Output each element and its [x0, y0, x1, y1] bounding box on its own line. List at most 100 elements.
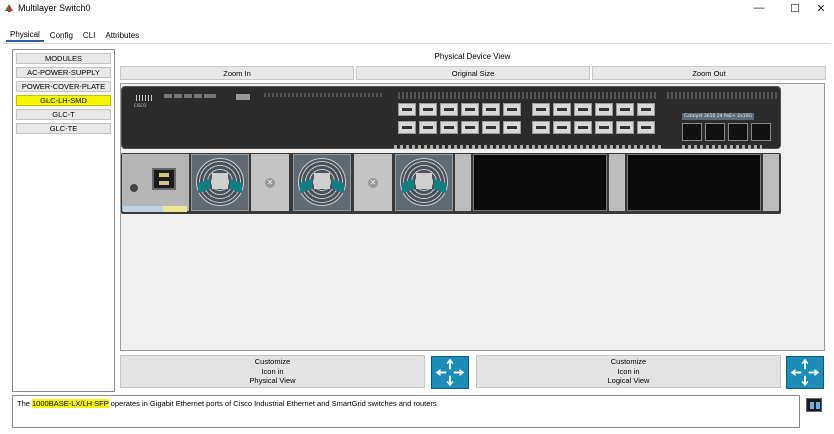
ethernet-port[interactable] — [503, 103, 521, 116]
tab-cli[interactable]: CLI — [79, 28, 99, 42]
cisco-logo-icon — [136, 95, 154, 101]
ethernet-port[interactable] — [553, 121, 571, 134]
ethernet-port[interactable] — [440, 121, 458, 134]
psu-label-strip — [123, 206, 163, 212]
ethernet-port[interactable] — [595, 103, 613, 116]
fan-hub-icon — [314, 173, 330, 189]
modules-header[interactable]: MODULES — [16, 53, 111, 64]
multilayer-switch-icon[interactable] — [786, 356, 824, 389]
port-number-strip — [682, 145, 762, 149]
ethernet-port[interactable] — [419, 103, 437, 116]
module-description: The 1000BASE-LX/LH SFP operates in Gigab… — [12, 395, 800, 428]
ethernet-port[interactable] — [419, 121, 437, 134]
psu-latch-icon — [130, 184, 138, 192]
blank-cover-plate[interactable]: ✕ — [251, 154, 289, 211]
screw-icon: ✕ — [368, 177, 378, 188]
bay-edge — [763, 154, 779, 211]
ethernet-port[interactable] — [595, 121, 613, 134]
module-power-cover-plate[interactable]: POWER-COVER-PLATE — [16, 81, 111, 92]
blank-cover-plate[interactable]: ✕ — [354, 154, 392, 211]
tab-attributes[interactable]: Attributes — [101, 28, 143, 42]
multilayer-switch-icon[interactable] — [431, 356, 469, 389]
customize-physical-button[interactable]: Customize Icon in Physical View — [120, 355, 425, 388]
module-preview-icon — [806, 398, 822, 412]
fan-module[interactable] — [293, 154, 351, 211]
ethernet-port[interactable] — [574, 103, 592, 116]
module-glc-te[interactable]: GLC-TE — [16, 123, 111, 134]
packet-tracer-app-icon — [4, 2, 15, 13]
fan-hub-icon — [212, 173, 228, 189]
ethernet-port[interactable] — [398, 121, 416, 134]
original-size-button[interactable]: Original Size — [356, 66, 590, 80]
customize-logical-line2: Icon in — [617, 366, 640, 376]
customize-physical-line1: Customize — [254, 357, 291, 367]
status-led-icon — [194, 94, 202, 98]
psu-label-strip — [163, 206, 187, 212]
vent-row — [398, 92, 656, 99]
usb-port-icon — [236, 94, 250, 100]
fan-module[interactable] — [395, 154, 453, 211]
description-prefix: The — [17, 399, 33, 408]
ethernet-port[interactable] — [398, 103, 416, 116]
ethernet-port[interactable] — [461, 121, 479, 134]
empty-power-bay[interactable] — [627, 154, 761, 211]
ethernet-port[interactable] — [637, 121, 655, 134]
ethernet-port[interactable] — [616, 103, 634, 116]
physical-device-view-label: Physical Device View — [434, 52, 511, 61]
ethernet-port[interactable] — [532, 121, 550, 134]
ethernet-port[interactable] — [616, 121, 634, 134]
ethernet-port[interactable] — [637, 103, 655, 116]
description-suffix: operates in Gigabit Ethernet ports of Ci… — [108, 399, 437, 408]
ethernet-port[interactable] — [482, 103, 500, 116]
port-number-strip — [394, 145, 664, 149]
window-title: Multilayer Switch0 — [18, 3, 91, 13]
ethernet-port[interactable] — [482, 121, 500, 134]
ethernet-port[interactable] — [553, 103, 571, 116]
tab-config[interactable]: Config — [46, 28, 77, 42]
vent-dots — [264, 93, 384, 97]
fan-module[interactable] — [191, 154, 249, 211]
ethernet-port-group-2 — [532, 103, 662, 139]
zoom-out-button[interactable]: Zoom Out — [592, 66, 826, 80]
sfp-slot[interactable] — [728, 123, 748, 141]
customize-logical-line3: Logical View — [607, 376, 650, 386]
customize-logical-button[interactable]: Customize Icon in Logical View — [476, 355, 781, 388]
ethernet-port[interactable] — [503, 121, 521, 134]
model-label: Catalyst 3650 24 PoE+ 2x10G — [682, 113, 754, 120]
zoom-in-button[interactable]: Zoom In — [120, 66, 354, 80]
description-highlight: 1000BASE-LX/LH SFP — [32, 399, 109, 408]
sfp-slot[interactable] — [751, 123, 771, 141]
ethernet-port-group-1 — [398, 103, 528, 139]
switch-front-panel: CISCO Catalyst 3650 24 PoE+ 2x10G — [121, 86, 781, 149]
status-led-icon — [184, 94, 192, 98]
module-glc-t[interactable]: GLC-T — [16, 109, 111, 120]
empty-power-bay[interactable] — [473, 154, 607, 211]
status-led-icon — [164, 94, 172, 98]
sfp-slot[interactable] — [705, 123, 725, 141]
module-list: MODULES AC-POWER-SUPPLY POWER-COVER-PLAT… — [12, 49, 115, 392]
close-button[interactable]: ✕ — [806, 0, 834, 16]
customize-physical-line3: Physical View — [249, 376, 296, 386]
tab-physical[interactable]: Physical — [6, 28, 44, 42]
ethernet-port[interactable] — [440, 103, 458, 116]
module-glc-lh-smd[interactable]: GLC-LH-SMD — [16, 95, 111, 106]
tab-divider — [4, 43, 830, 44]
screw-icon: ✕ — [265, 177, 275, 188]
brand-label: CISCO — [134, 103, 147, 108]
ethernet-port[interactable] — [574, 121, 592, 134]
minimize-button[interactable]: — — [744, 0, 774, 16]
status-led-icon — [174, 94, 182, 98]
mode-button-icon — [204, 94, 216, 98]
power-connector-icon — [152, 168, 176, 190]
ethernet-port[interactable] — [532, 103, 550, 116]
power-supply-module[interactable] — [122, 154, 189, 212]
sfp-slot[interactable] — [682, 123, 702, 141]
device-view-panel: CISCO Catalyst 3650 24 PoE+ 2x10G ✕ ✕ — [120, 83, 825, 351]
vent-row — [667, 92, 777, 99]
ethernet-port[interactable] — [461, 103, 479, 116]
module-ac-power-supply[interactable]: AC-POWER-SUPPLY — [16, 67, 111, 78]
bay-edge — [609, 154, 625, 211]
switch-rear-panel: ✕ ✕ — [121, 153, 781, 214]
fan-hub-icon — [416, 173, 432, 189]
customize-logical-line1: Customize — [610, 357, 647, 367]
